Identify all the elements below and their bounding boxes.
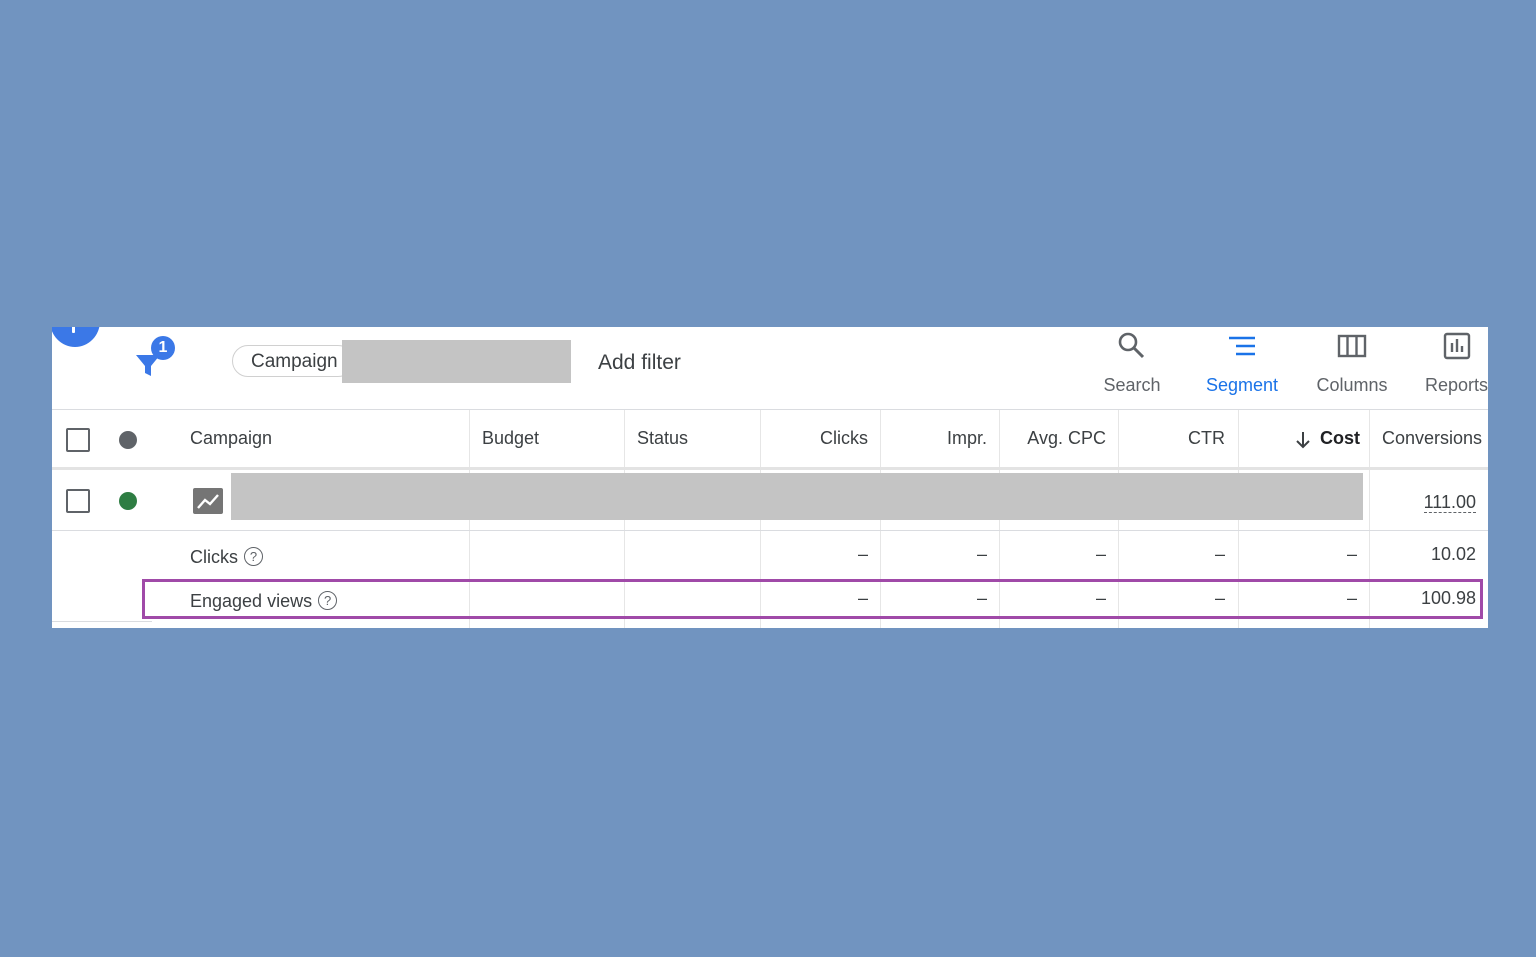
campaign-conversions[interactable]: 111.00 [1382,492,1476,513]
header-divider [52,467,1488,470]
row-divider [52,530,1488,531]
add-filter-button[interactable]: Add filter [598,351,681,375]
redacted-filter-value [342,340,571,383]
filter-count-badge: 1 [151,336,175,360]
header-ctr[interactable]: CTR [1125,428,1225,449]
highlight-box [142,579,1483,619]
plus-icon [72,327,75,333]
campaign-table-panel: 1 Campaign Add filter Search Segment Col… [52,327,1488,628]
chip-label: Campaign [251,351,338,372]
columns-tool-label: Columns [1316,375,1388,395]
reports-icon [1443,332,1471,360]
header-cost[interactable]: Cost [1320,428,1360,449]
header-campaign[interactable]: Campaign [190,428,272,449]
select-all-checkbox[interactable] [66,428,90,452]
reports-tool-label: Reports [1425,375,1488,395]
search-icon [1118,332,1145,359]
search-tool-label: Search [1103,375,1161,395]
campaign-type-icon [193,488,223,514]
segment-tool-button[interactable]: Segment [1200,331,1284,396]
enabled-status-dot [119,492,137,510]
segment-clicks-avg-cpc: – [1095,544,1106,564]
segment-icon [1229,336,1255,356]
row-checkbox[interactable] [66,489,90,513]
search-tool-button[interactable]: Search [1098,331,1166,396]
create-fab-button[interactable] [52,327,100,347]
segment-label: Clicks [190,547,238,567]
segment-clicks-clicks: – [857,544,868,564]
segment-clicks-cost: – [1346,544,1357,564]
redacted-campaign-details [231,473,1363,520]
header-status[interactable]: Status [637,428,688,449]
help-icon[interactable]: ? [244,547,263,566]
segment-clicks-ctr: – [1214,544,1225,564]
reports-tool-button[interactable]: Reports [1422,331,1488,396]
row-divider [52,621,152,622]
toolbar-divider [52,409,1488,410]
columns-icon [1337,334,1367,358]
campaign-conversions-value: 111.00 [1423,492,1476,513]
header-clicks[interactable]: Clicks [768,428,868,449]
segment-row-clicks: Clicks? [190,547,263,568]
arrow-down-icon [1294,431,1312,454]
header-conversions[interactable]: Conversions [1382,428,1488,449]
segment-clicks-conversions: 10.02 [1430,544,1476,564]
header-impr[interactable]: Impr. [887,428,987,449]
segment-tool-label: Segment [1205,375,1279,395]
status-column-icon [119,431,137,449]
campaign-filter-chip[interactable]: Campaign [232,345,354,377]
header-avg-cpc[interactable]: Avg. CPC [1006,428,1106,449]
segment-clicks-impr: – [976,544,987,564]
columns-tool-button[interactable]: Columns [1312,331,1392,396]
header-budget[interactable]: Budget [482,428,539,449]
